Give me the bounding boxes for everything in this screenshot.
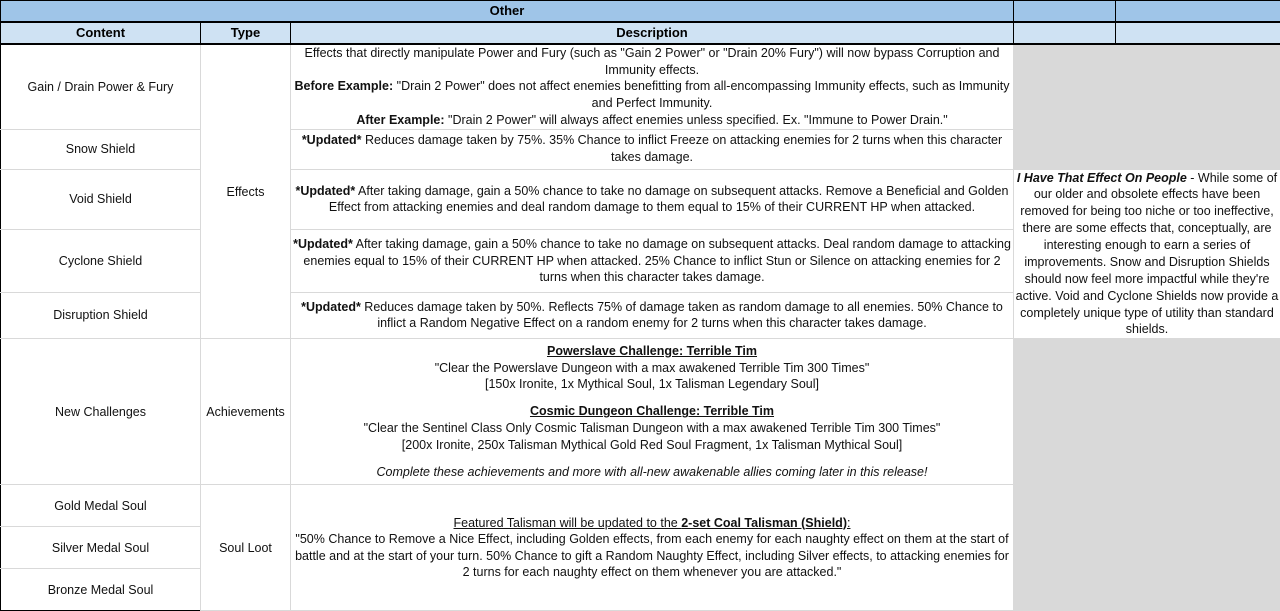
desc-text-void: After taking damage, gain a 50% chance t… [329, 184, 1009, 215]
challenge-1-title: Powerslave Challenge: Terrible Tim [291, 343, 1013, 360]
desc-line-after: After Example: "Drain 2 Power" will alwa… [291, 112, 1013, 129]
updated-tag-disruption: *Updated* [301, 300, 361, 314]
challenge-1-description: "Clear the Powerslave Dungeon with a max… [291, 360, 1013, 377]
updated-tag-cyclone: *Updated* [293, 237, 353, 251]
column-header-content[interactable]: Content [1, 22, 201, 44]
soul-loot-headline-prefix: Featured Talisman will be updated to the [454, 516, 682, 530]
challenge-footer-note: Complete these achievements and more wit… [291, 464, 1013, 481]
content-disruption-shield: Disruption Shield [1, 292, 201, 339]
before-example-text: "Drain 2 Power" does not affect enemies … [393, 79, 1009, 110]
table-row-gain-drain: Gain / Drain Power & Fury Effects Effect… [1, 44, 1280, 129]
filler-block-top-left [1014, 44, 1116, 169]
content-void-shield: Void Shield [1, 169, 201, 229]
designer-note-dash: - [1187, 171, 1198, 185]
content-gain-drain: Gain / Drain Power & Fury [1, 44, 201, 129]
content-snow-shield: Snow Shield [1, 129, 201, 169]
description-disruption-shield: *Updated* Reduces damage taken by 50%. R… [291, 292, 1014, 339]
designer-note-title: I Have That Effect On People [1017, 171, 1187, 185]
challenge-spacer-2 [291, 453, 1013, 464]
updated-tag-void: *Updated* [296, 184, 356, 198]
column-header-extra-2[interactable] [1116, 22, 1280, 44]
content-cyclone-shield: Cyclone Shield [1, 229, 201, 292]
content-silver-medal-soul: Silver Medal Soul [1, 527, 201, 569]
designer-note: I Have That Effect On People - While som… [1014, 169, 1280, 339]
description-soul-loot: Featured Talisman will be updated to the… [291, 485, 1014, 611]
sheet-title-spacer-1 [1014, 1, 1116, 23]
filler-block-bottom [1014, 339, 1280, 611]
challenge-2-rewards: [200x Ironite, 250x Talisman Mythical Go… [291, 437, 1013, 454]
content-gold-medal-soul: Gold Medal Soul [1, 485, 201, 527]
table-row-void-shield: Void Shield *Updated* After taking damag… [1, 169, 1280, 229]
challenge-1-rewards: [150x Ironite, 1x Mythical Soul, 1x Tali… [291, 376, 1013, 393]
table-row-new-challenges: New Challenges Achievements Powerslave C… [1, 339, 1280, 485]
desc-text-cyclone: After taking damage, gain a 50% chance t… [303, 237, 1010, 284]
desc-text-disruption: Reduces damage taken by 50%. Reflects 75… [361, 300, 1003, 331]
spreadsheet-sheet: Other Content Type Description Gain / Dr… [0, 0, 1280, 584]
challenge-2-title: Cosmic Dungeon Challenge: Terrible Tim [291, 403, 1013, 420]
desc-text-snow: Reduces damage taken by 75%. 35% Chance … [362, 133, 1003, 164]
type-effects: Effects [201, 44, 291, 339]
before-example-label: Before Example: [295, 79, 394, 93]
table-header-row: Content Type Description [1, 22, 1280, 44]
description-gain-drain: Effects that directly manipulate Power a… [291, 44, 1014, 129]
type-soul-loot: Soul Loot [201, 485, 291, 611]
content-new-challenges: New Challenges [1, 339, 201, 485]
description-snow-shield: *Updated* Reduces damage taken by 75%. 3… [291, 129, 1014, 169]
challenge-spacer-1 [291, 393, 1013, 404]
column-header-description[interactable]: Description [291, 22, 1014, 44]
sheet-title: Other [1, 1, 1014, 23]
desc-line-intro: Effects that directly manipulate Power a… [291, 45, 1013, 78]
description-cyclone-shield: *Updated* After taking damage, gain a 50… [291, 229, 1014, 292]
after-example-text: "Drain 2 Power" will always affect enemi… [445, 113, 948, 127]
description-new-challenges: Powerslave Challenge: Terrible Tim "Clea… [291, 339, 1014, 485]
table-title-row: Other [1, 1, 1280, 23]
column-header-extra-1[interactable] [1014, 22, 1116, 44]
soul-loot-talisman-name: 2-set Coal Talisman (Shield) [681, 516, 847, 530]
sheet-title-spacer-2 [1116, 1, 1280, 23]
filler-block-top-right [1116, 44, 1280, 169]
content-bronze-medal-soul: Bronze Medal Soul [1, 569, 201, 611]
patch-notes-table: Other Content Type Description Gain / Dr… [0, 0, 1280, 611]
challenge-2-description: "Clear the Sentinel Class Only Cosmic Ta… [291, 420, 1013, 437]
designer-note-body: While some of our older and obsolete eff… [1016, 171, 1279, 337]
soul-loot-headline: Featured Talisman will be updated to the… [291, 515, 1013, 532]
soul-loot-body: "50% Chance to Remove a Nice Effect, inc… [291, 531, 1013, 581]
description-void-shield: *Updated* After taking damage, gain a 50… [291, 169, 1014, 229]
desc-line-before: Before Example: "Drain 2 Power" does not… [291, 78, 1013, 111]
type-achievements: Achievements [201, 339, 291, 485]
after-example-label: After Example: [356, 113, 444, 127]
column-header-type[interactable]: Type [201, 22, 291, 44]
updated-tag-snow: *Updated* [302, 133, 362, 147]
soul-loot-headline-suffix: : [847, 516, 850, 530]
